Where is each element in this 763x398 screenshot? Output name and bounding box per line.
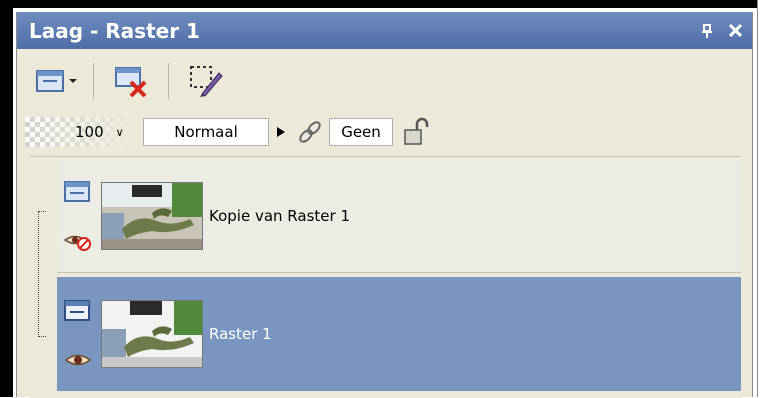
unlocked-padlock-icon: [404, 117, 429, 145]
pin-button[interactable]: [700, 23, 714, 39]
pin-icon: [702, 23, 712, 38]
window-frame-left: [0, 0, 13, 397]
layer-thumbnail-image: [101, 300, 203, 368]
close-icon: [728, 24, 742, 37]
triangle-right-icon: [277, 127, 285, 137]
blend-mode-select[interactable]: Normaal: [143, 118, 269, 146]
blend-mode-dropdown-button[interactable]: [273, 119, 289, 145]
window-frame-right: [757, 0, 763, 397]
delete-layer-icon: [115, 67, 147, 98]
visible-eye-icon[interactable]: [63, 349, 93, 371]
palette-titlebar[interactable]: Laag - Raster 1: [17, 12, 752, 49]
lock-button[interactable]: [401, 116, 431, 148]
opacity-control[interactable]: 100 ∨: [25, 117, 135, 147]
close-button[interactable]: [728, 23, 742, 39]
raster-layer-icon: [64, 299, 90, 321]
new-layer-button[interactable]: [33, 59, 79, 103]
group-connector-line: [38, 211, 46, 337]
layer-thumbnail-image: [101, 181, 203, 250]
window-frame-top: [0, 0, 763, 8]
layer-name: Kopie van Raster 1: [209, 206, 350, 225]
group-link-value: Geen: [341, 123, 381, 141]
layer-row-kopie-van-raster-1[interactable]: Kopie van Raster 1: [57, 159, 741, 273]
edit-selection-button[interactable]: [183, 59, 229, 103]
delete-layer-button[interactable]: [108, 59, 154, 103]
blend-mode-value: Normaal: [174, 123, 238, 141]
palette-title: Laag - Raster 1: [29, 18, 200, 43]
new-layer-icon: [36, 70, 77, 92]
layer-list: Kopie van Raster 1 Raster 1: [29, 156, 741, 398]
toolbar-separator: [93, 63, 94, 99]
layers-palette: Laag - Raster 1 100 ∨ Normaal Geen Kopie…: [16, 12, 753, 398]
layer-row-raster-1[interactable]: Raster 1: [57, 277, 741, 391]
group-link-select[interactable]: Geen: [329, 118, 393, 146]
edit-selection-icon: [190, 66, 223, 97]
link-icon: [295, 117, 325, 147]
layer-properties-bar: 100 ∨ Normaal Geen: [17, 112, 752, 152]
layers-toolbar: [17, 52, 752, 110]
toolbar-separator: [168, 63, 169, 99]
raster-layer-icon: [64, 181, 90, 203]
hidden-eye-icon[interactable]: [63, 230, 93, 252]
opacity-value: 100: [75, 123, 104, 141]
layer-name: Raster 1: [209, 325, 272, 343]
opacity-spin-icon[interactable]: ∨: [116, 126, 124, 139]
